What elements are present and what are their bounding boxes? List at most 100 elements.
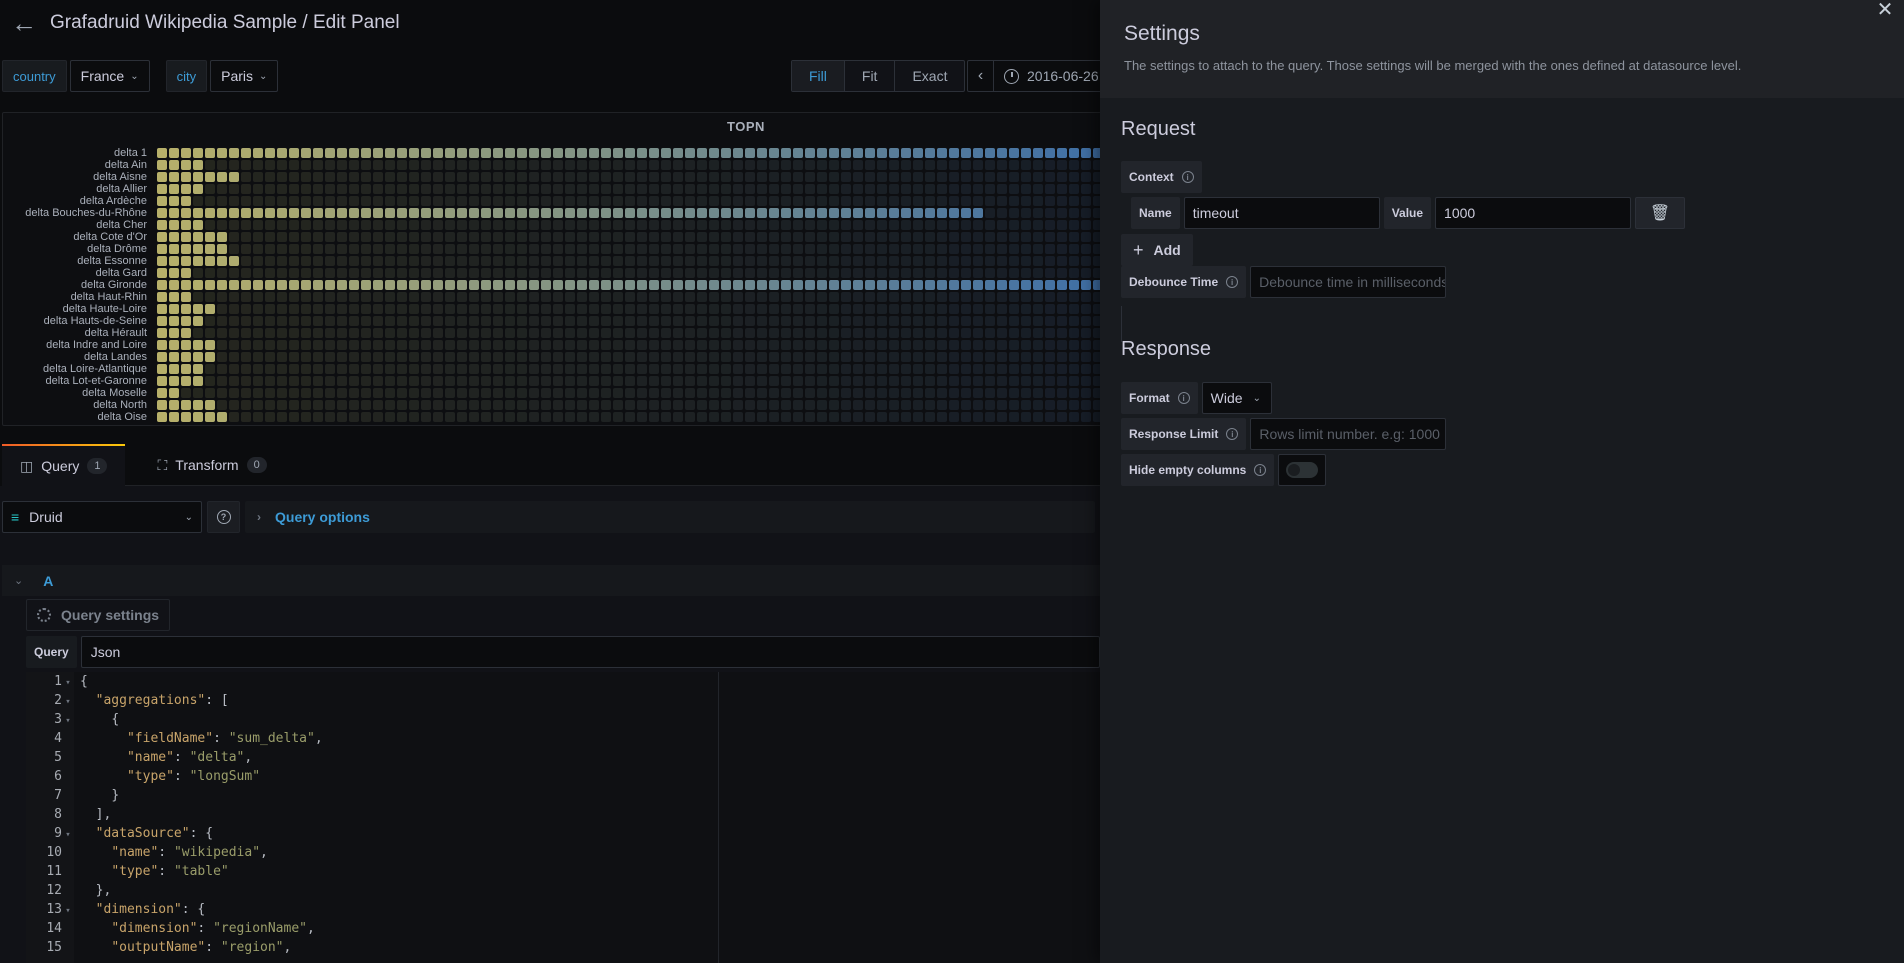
- heatmap-cell-empty[interactable]: [1069, 268, 1079, 278]
- heatmap-cell-empty[interactable]: [793, 184, 803, 194]
- heatmap-cell-empty[interactable]: [817, 172, 827, 182]
- heatmap-cell-empty[interactable]: [1009, 172, 1019, 182]
- heatmap-cell-empty[interactable]: [709, 232, 719, 242]
- heatmap-cell-empty[interactable]: [709, 376, 719, 386]
- heatmap-cell-empty[interactable]: [457, 316, 467, 326]
- heatmap-cell-empty[interactable]: [589, 340, 599, 350]
- heatmap-cell-empty[interactable]: [445, 400, 455, 410]
- heatmap-cell-empty[interactable]: [1033, 364, 1043, 374]
- heatmap-cell-empty[interactable]: [805, 352, 815, 362]
- heatmap-cell-empty[interactable]: [949, 304, 959, 314]
- heatmap-cell-empty[interactable]: [277, 172, 287, 182]
- heatmap-cell-empty[interactable]: [865, 220, 875, 230]
- heatmap-cell-empty[interactable]: [889, 244, 899, 254]
- heatmap-cell-empty[interactable]: [745, 316, 755, 326]
- heatmap-cell-filled[interactable]: [169, 364, 179, 374]
- heatmap-cell-empty[interactable]: [865, 244, 875, 254]
- heatmap-cell-empty[interactable]: [505, 400, 515, 410]
- heatmap-cell-empty[interactable]: [505, 352, 515, 362]
- heatmap-cell-empty[interactable]: [733, 316, 743, 326]
- heatmap-cell-empty[interactable]: [241, 232, 251, 242]
- heatmap-cell-empty[interactable]: [349, 196, 359, 206]
- heatmap-cell-empty[interactable]: [229, 268, 239, 278]
- heatmap-cell-empty[interactable]: [229, 328, 239, 338]
- heatmap-cell-filled[interactable]: [481, 148, 491, 158]
- heatmap-cell-empty[interactable]: [241, 196, 251, 206]
- heatmap-cell-empty[interactable]: [925, 400, 935, 410]
- heatmap-cell-filled[interactable]: [865, 148, 875, 158]
- heatmap-cell-empty[interactable]: [469, 412, 479, 422]
- heatmap-cell-empty[interactable]: [1033, 196, 1043, 206]
- heatmap-cell-filled[interactable]: [685, 208, 695, 218]
- heatmap-cell-filled[interactable]: [277, 280, 287, 290]
- heatmap-cell-empty[interactable]: [217, 316, 227, 326]
- heatmap-cell-filled[interactable]: [805, 208, 815, 218]
- heatmap-cell-empty[interactable]: [781, 388, 791, 398]
- heatmap-cell-filled[interactable]: [193, 412, 203, 422]
- heatmap-cell-empty[interactable]: [829, 292, 839, 302]
- heatmap-cell-filled[interactable]: [217, 280, 227, 290]
- heatmap-cell-empty[interactable]: [649, 340, 659, 350]
- heatmap-cell-empty[interactable]: [1021, 364, 1031, 374]
- heatmap-cell-filled[interactable]: [169, 148, 179, 158]
- heatmap-cell-empty[interactable]: [277, 328, 287, 338]
- heatmap-cell-empty[interactable]: [457, 232, 467, 242]
- heatmap-cell-empty[interactable]: [385, 232, 395, 242]
- heatmap-cell-empty[interactable]: [805, 244, 815, 254]
- query-settings-button[interactable]: Query settings: [26, 599, 171, 631]
- heatmap-cell-empty[interactable]: [781, 268, 791, 278]
- heatmap-cell-empty[interactable]: [817, 256, 827, 266]
- heatmap-cell-empty[interactable]: [301, 160, 311, 170]
- heatmap-cell-empty[interactable]: [361, 256, 371, 266]
- heatmap-cell-empty[interactable]: [265, 352, 275, 362]
- heatmap-cell-empty[interactable]: [349, 400, 359, 410]
- heatmap-cell-empty[interactable]: [565, 256, 575, 266]
- heatmap-cell-empty[interactable]: [229, 376, 239, 386]
- heatmap-cell-filled[interactable]: [661, 148, 671, 158]
- heatmap-cell-empty[interactable]: [385, 376, 395, 386]
- heatmap-cell-empty[interactable]: [1021, 316, 1031, 326]
- heatmap-cell-empty[interactable]: [397, 400, 407, 410]
- heatmap-cell-empty[interactable]: [937, 316, 947, 326]
- heatmap-cell-empty[interactable]: [1021, 328, 1031, 338]
- heatmap-cell-empty[interactable]: [973, 376, 983, 386]
- heatmap-cell-filled[interactable]: [229, 280, 239, 290]
- heatmap-cell-empty[interactable]: [1045, 160, 1055, 170]
- heatmap-cell-empty[interactable]: [325, 328, 335, 338]
- heatmap-cell-empty[interactable]: [553, 268, 563, 278]
- heatmap-cell-empty[interactable]: [757, 184, 767, 194]
- heatmap-cell-empty[interactable]: [361, 172, 371, 182]
- heatmap-cell-empty[interactable]: [1009, 328, 1019, 338]
- heatmap-cell-filled[interactable]: [181, 244, 191, 254]
- heatmap-cell-empty[interactable]: [529, 364, 539, 374]
- heatmap-cell-empty[interactable]: [1021, 340, 1031, 350]
- heatmap-cell-empty[interactable]: [889, 256, 899, 266]
- variable-select-country[interactable]: France ⌄: [69, 60, 150, 92]
- heatmap-cell-empty[interactable]: [889, 292, 899, 302]
- heatmap-cell-empty[interactable]: [625, 184, 635, 194]
- heatmap-cell-empty[interactable]: [757, 244, 767, 254]
- heatmap-cell-empty[interactable]: [1057, 352, 1067, 362]
- heatmap-cell-filled[interactable]: [193, 400, 203, 410]
- heatmap-cell-filled[interactable]: [169, 256, 179, 266]
- heatmap-cell-filled[interactable]: [193, 364, 203, 374]
- heatmap-cell-filled[interactable]: [901, 148, 911, 158]
- heatmap-cell-empty[interactable]: [577, 256, 587, 266]
- heatmap-cell-empty[interactable]: [853, 328, 863, 338]
- heatmap-cell-empty[interactable]: [325, 388, 335, 398]
- heatmap-cell-empty[interactable]: [1021, 304, 1031, 314]
- heatmap-cell-empty[interactable]: [697, 172, 707, 182]
- heatmap-cell-empty[interactable]: [865, 268, 875, 278]
- heatmap-cell-filled[interactable]: [181, 160, 191, 170]
- heatmap-cell-empty[interactable]: [637, 304, 647, 314]
- heatmap-cell-empty[interactable]: [613, 316, 623, 326]
- heatmap-cell-empty[interactable]: [445, 352, 455, 362]
- heatmap-cell-empty[interactable]: [421, 160, 431, 170]
- heatmap-cell-empty[interactable]: [877, 316, 887, 326]
- heatmap-cell-empty[interactable]: [337, 328, 347, 338]
- heatmap-cell-empty[interactable]: [385, 244, 395, 254]
- heatmap-cell-empty[interactable]: [1081, 172, 1091, 182]
- heatmap-cell-filled[interactable]: [913, 148, 923, 158]
- heatmap-cell-filled[interactable]: [493, 208, 503, 218]
- heatmap-cell-empty[interactable]: [901, 244, 911, 254]
